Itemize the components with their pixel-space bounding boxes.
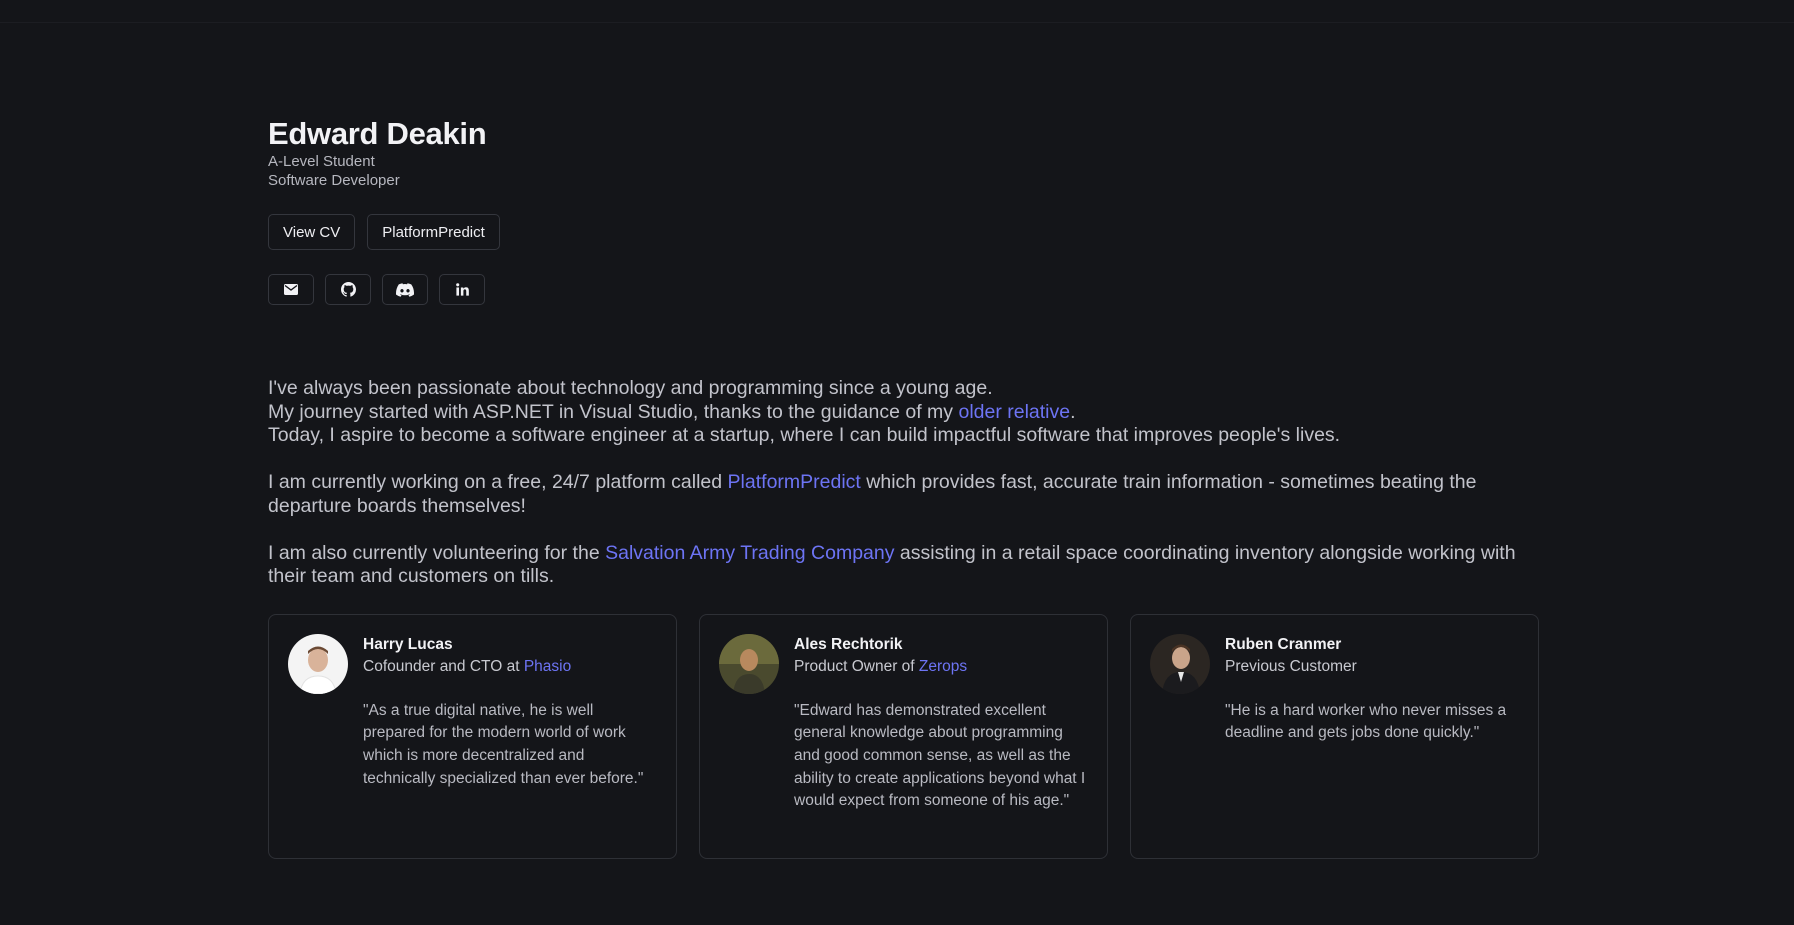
bio-line: Today, I aspire to become a software eng…: [268, 424, 1341, 446]
subtitle-role-2: Software Developer: [268, 172, 400, 189]
social-links: [268, 274, 1540, 305]
bio-text: My journey started with ASP.NET in Visua…: [268, 400, 959, 423]
action-buttons: View CV PlatformPredict: [268, 214, 1540, 250]
platformpredict-button[interactable]: PlatformPredict: [367, 214, 500, 250]
salvation-army-link[interactable]: Salvation Army Trading Company: [605, 542, 894, 564]
testimonial-name: Ales Rechtorik: [794, 635, 903, 653]
bio-text: I am also currently volunteering for the: [268, 541, 606, 564]
testimonial-body: Harry Lucas Cofounder and CTO at Phasio …: [363, 634, 657, 858]
bio-paragraph-3: I am also currently volunteering for the…: [268, 542, 1540, 589]
role-text: Previous Customer: [1225, 657, 1357, 675]
role-text: Cofounder and CTO at: [363, 657, 524, 675]
bio-paragraph-1: I've always been passionate about techno…: [268, 377, 1540, 448]
top-bar: [0, 0, 1794, 23]
view-cv-button[interactable]: View CV: [268, 214, 356, 250]
github-link[interactable]: [325, 274, 371, 305]
bio-section: I've always been passionate about techno…: [268, 377, 1540, 589]
page-title: Edward Deakin: [268, 116, 487, 151]
bio-paragraph-2: I am currently working on a free, 24/7 p…: [268, 471, 1540, 518]
testimonial-card: Harry Lucas Cofounder and CTO at Phasio …: [268, 613, 677, 859]
testimonial-quote: "As a true digital native, he is well pr…: [363, 701, 644, 787]
testimonial-quote: "He is a hard worker who never misses a …: [1225, 701, 1507, 742]
testimonials: Harry Lucas Cofounder and CTO at Phasio …: [268, 613, 1540, 859]
avatar: [719, 633, 779, 694]
main-content: Edward Deakin A-Level Student Software D…: [268, 116, 1540, 859]
testimonial-role: Cofounder and CTO at Phasio: [363, 656, 657, 678]
platformpredict-link[interactable]: PlatformPredict: [728, 471, 861, 493]
bio-line: My journey started with ASP.NET in Visua…: [268, 401, 1540, 425]
linkedin-link[interactable]: [439, 274, 485, 305]
testimonial-quote: "Edward has demonstrated excellent gener…: [794, 701, 1086, 810]
zerops-link[interactable]: Zerops: [919, 658, 967, 675]
role-text: Product Owner of: [794, 657, 919, 675]
bio-text: .: [1070, 400, 1076, 423]
subtitle-role-1: A-Level Student: [268, 153, 375, 170]
testimonial-name: Harry Lucas: [363, 635, 453, 653]
bio-line: I've always been passionate about techno…: [268, 377, 993, 399]
testimonial-card: Ales Rechtorik Product Owner of Zerops "…: [699, 613, 1108, 859]
linkedin-icon: [455, 283, 469, 296]
discord-icon: [396, 282, 414, 297]
testimonial-body: Ruben Cranmer Previous Customer "He is a…: [1225, 634, 1519, 858]
mail-icon: [284, 284, 298, 295]
phasio-link[interactable]: Phasio: [524, 658, 571, 675]
testimonial-name: Ruben Cranmer: [1225, 635, 1342, 653]
discord-link[interactable]: [382, 274, 428, 305]
testimonial-body: Ales Rechtorik Product Owner of Zerops "…: [794, 634, 1088, 858]
avatar: [1150, 633, 1210, 694]
avatar: [288, 633, 348, 694]
github-icon: [340, 282, 356, 297]
older-relative-link[interactable]: older relative: [958, 401, 1070, 423]
email-link[interactable]: [268, 274, 314, 305]
testimonial-card: Ruben Cranmer Previous Customer "He is a…: [1130, 613, 1539, 859]
testimonial-role: Previous Customer: [1225, 656, 1519, 678]
testimonial-role: Product Owner of Zerops: [794, 656, 1088, 678]
bio-text: I am currently working on a free, 24/7 p…: [268, 471, 728, 493]
